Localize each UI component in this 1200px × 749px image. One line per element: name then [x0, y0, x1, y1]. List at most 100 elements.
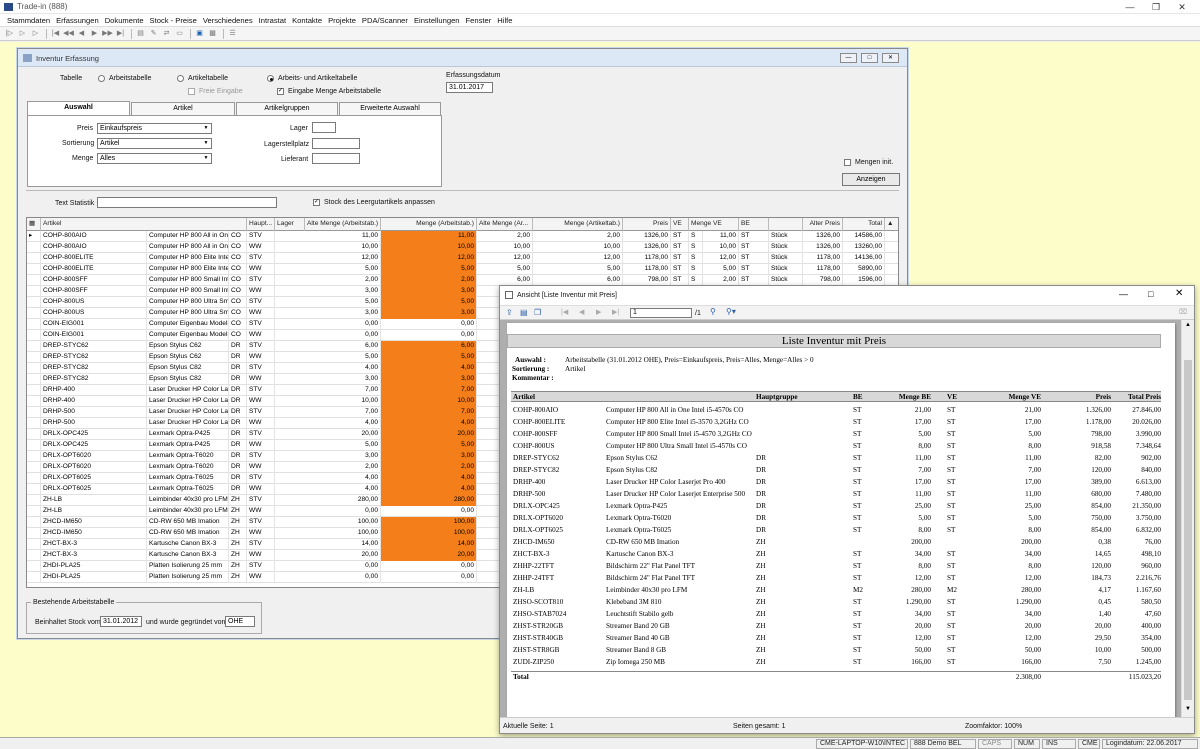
table-cell[interactable]: 0,00 [381, 330, 477, 341]
close-icon[interactable]: ✕ [882, 53, 899, 63]
table-cell[interactable]: 7,00 [381, 385, 477, 396]
grid-column-header[interactable]: Alter Preis [803, 218, 843, 231]
table-cell[interactable]: 4,00 [381, 484, 477, 495]
table-cell[interactable]: 280,00 [381, 495, 477, 506]
find-icon[interactable]: ⚲ [710, 307, 716, 316]
menu-item[interactable]: Stock - Preise [147, 14, 200, 26]
copy-icon[interactable]: ❐ [534, 308, 541, 317]
grid-column-header[interactable]: Alte Menge (Ar... [477, 218, 533, 231]
edit-icon[interactable]: ✎ [148, 28, 159, 39]
stock-leergut-checkbox[interactable]: ✓ [313, 199, 320, 206]
table-cell[interactable]: 14,00 [381, 539, 477, 550]
table-cell[interactable]: 3,00 [381, 308, 477, 319]
table-cell[interactable]: 5,00 [381, 297, 477, 308]
table-cell[interactable]: 10,00 [381, 396, 477, 407]
grid-column-header[interactable]: BE [739, 218, 769, 231]
table-row[interactable]: COHP-800ELITE Computer HP 800 Elite Intel… [27, 253, 898, 264]
table-cell[interactable]: 100,00 [381, 528, 477, 539]
list-icon[interactable]: ☰ [227, 28, 238, 39]
table-cell[interactable]: 3,00 [381, 286, 477, 297]
grid-column-header[interactable]: Menge (Arbeitstab.) [381, 218, 477, 231]
first-record-icon[interactable]: |▷ [4, 28, 15, 39]
table-row[interactable]: COHP-800ELITE Computer HP 800 Elite Intel… [27, 264, 898, 275]
table-cell[interactable]: 12,00 [381, 253, 477, 264]
text-statistik-field[interactable] [97, 197, 277, 208]
menu-item[interactable]: Hilfe [494, 14, 515, 26]
minimize-icon[interactable]: — [840, 53, 857, 63]
window-icon[interactable]: ▭ [174, 28, 185, 39]
nav-prev-icon[interactable]: ◀ [76, 28, 87, 39]
scroll-up-icon[interactable]: ▲ [1185, 322, 1191, 328]
menu-item[interactable]: Einstellungen [411, 14, 463, 26]
tab-artikelgruppen[interactable]: Artikelgruppen [236, 102, 338, 115]
menu-item[interactable]: PDA/Scanner [359, 14, 411, 26]
table-cell[interactable]: 5,00 [381, 440, 477, 451]
radio-artikeltabelle[interactable] [177, 75, 184, 82]
next-page-icon[interactable]: ▶ [596, 308, 601, 316]
close-icon[interactable]: ✕ [1170, 1, 1194, 13]
table-cell[interactable]: 2,00 [381, 462, 477, 473]
grid-column-header[interactable]: Alte Menge (Arbeitstab.) [305, 218, 381, 231]
lagerstellplatz-field[interactable] [312, 138, 360, 149]
close-icon[interactable]: ✕ [1175, 288, 1183, 299]
close-preview-icon[interactable]: ⌧ [1179, 308, 1187, 316]
table-cell[interactable]: 0,00 [381, 572, 477, 583]
freie-eingabe-checkbox[interactable] [188, 88, 195, 95]
menu-item[interactable]: Projekte [325, 14, 359, 26]
nav-next-icon[interactable]: ▶ [89, 28, 100, 39]
nav-last-icon[interactable]: ▶| [115, 28, 126, 39]
table-cell[interactable]: 6,00 [381, 341, 477, 352]
export-icon[interactable]: ⇪ [506, 308, 513, 317]
delete-record-icon[interactable]: ▷ [30, 28, 41, 39]
zoom-icon[interactable]: ⚲▾ [726, 307, 736, 316]
minimize-icon[interactable]: — [1118, 1, 1142, 13]
scroll-down-icon[interactable]: ▼ [1185, 706, 1191, 712]
menu-item[interactable]: Intrastat [256, 14, 289, 26]
scroll-thumb[interactable] [1184, 360, 1192, 700]
table-cell[interactable]: 4,00 [381, 473, 477, 484]
radio-arbeitstabelle[interactable] [98, 75, 105, 82]
erfassungsdatum-field[interactable]: 31.01.2017 [446, 82, 493, 93]
nav-first-icon[interactable]: |◀ [50, 28, 61, 39]
menu-item[interactable]: Fenster [463, 14, 495, 26]
table-cell[interactable]: 7,00 [381, 407, 477, 418]
print-icon[interactable]: ▤ [520, 308, 528, 317]
table-cell[interactable]: 5,00 [381, 352, 477, 363]
monitor-icon[interactable]: ▣ [194, 28, 205, 39]
nav-next-fast-icon[interactable]: ▶▶ [102, 28, 113, 39]
anzeigen-button[interactable]: Anzeigen [842, 173, 900, 186]
grid-column-header[interactable]: VE [671, 218, 689, 231]
grid-scroll-up-icon[interactable]: ▲ [885, 218, 898, 231]
table-row[interactable]: ▸COHP-800AIOComputer HP 800 All in One I… [27, 231, 898, 242]
table-cell[interactable]: 4,00 [381, 418, 477, 429]
lager-field[interactable] [312, 122, 336, 133]
table-cell[interactable]: 3,00 [381, 374, 477, 385]
menu-item[interactable]: Verschiedenes [200, 14, 256, 26]
first-page-icon[interactable]: |◀ [561, 308, 568, 316]
table-cell[interactable]: 10,00 [381, 242, 477, 253]
minimize-icon[interactable]: — [1119, 289, 1128, 299]
grid-column-header[interactable]: Menge VE [689, 218, 739, 231]
table-cell[interactable]: 3,00 [381, 451, 477, 462]
table-cell[interactable]: 0,00 [381, 319, 477, 330]
grid-column-header[interactable]: Haupt... [247, 218, 275, 231]
eingabe-menge-checkbox[interactable]: ✓ [277, 88, 284, 95]
grid-column-header[interactable]: Lager [275, 218, 305, 231]
print-icon[interactable]: ▤ [135, 28, 146, 39]
table-cell[interactable]: 11,00 [381, 231, 477, 242]
table-cell[interactable]: 5,00 [381, 264, 477, 275]
menu-item[interactable]: Kontakte [289, 14, 325, 26]
table-cell[interactable]: 0,00 [381, 561, 477, 572]
next-record-icon[interactable]: ▷ [17, 28, 28, 39]
menu-item[interactable]: Erfassungen [53, 14, 102, 26]
grid-column-header[interactable]: Total [843, 218, 885, 231]
grid-column-header[interactable] [769, 218, 803, 231]
table-cell[interactable]: 20,00 [381, 429, 477, 440]
radio-arbeits-und-artikeltabelle[interactable] [267, 75, 274, 82]
tab-auswahl[interactable]: Auswahl [27, 101, 130, 115]
restore-icon[interactable]: ❐ [1144, 1, 1168, 13]
table-cell[interactable]: 4,00 [381, 363, 477, 374]
table-cell[interactable]: 2,00 [381, 275, 477, 286]
menu-item[interactable]: Dokumente [102, 14, 147, 26]
calendar-icon[interactable]: ▩ [207, 28, 218, 39]
